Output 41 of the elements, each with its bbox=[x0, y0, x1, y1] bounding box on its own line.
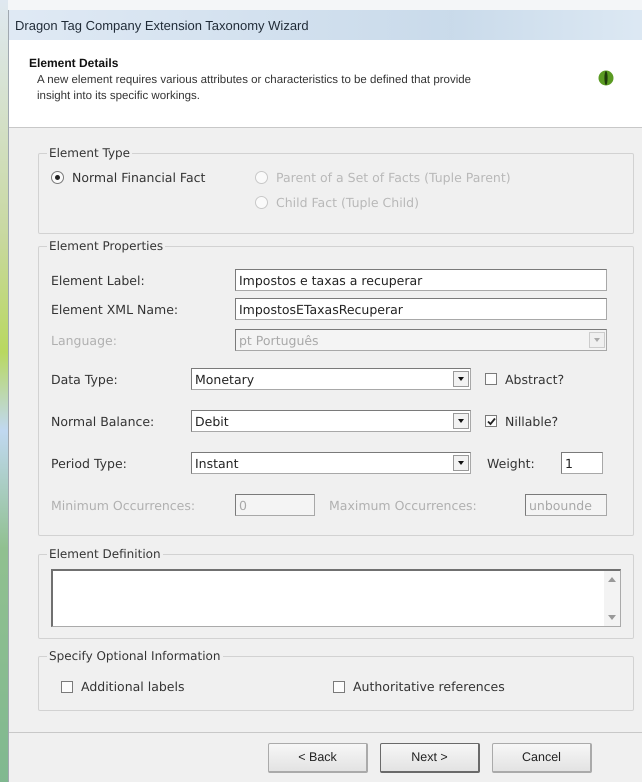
field-label: Data Type: bbox=[51, 372, 119, 386]
dropdown[interactable]: Monetary bbox=[191, 368, 471, 390]
checkbox[interactable] bbox=[61, 680, 73, 692]
radio-button[interactable] bbox=[51, 171, 64, 184]
scroll-up-icon[interactable] bbox=[608, 577, 616, 582]
radio-label: Normal Financial Fact bbox=[72, 170, 206, 185]
radio-label: Parent of a Set of Facts (Tuple Parent) bbox=[276, 170, 511, 185]
window-title: Dragon Tag Company Extension Taxonomy Wizard bbox=[15, 18, 309, 32]
input-field[interactable]: ImpostosETaxasRecuperar bbox=[235, 298, 607, 320]
checkbox-label: Nillable? bbox=[505, 414, 558, 428]
wizard-button[interactable]: Next > bbox=[380, 742, 480, 772]
checkbox-label: Additional labels bbox=[81, 679, 184, 694]
field-label: Normal Balance: bbox=[51, 414, 156, 428]
field-label: Weight: bbox=[487, 456, 536, 470]
field-label: Element XML Name: bbox=[51, 302, 180, 316]
field-label: Language: bbox=[51, 332, 118, 348]
page-description: A new element requires various attributes or characteristics to be defined that provide insight into its specific workings. bbox=[36, 73, 472, 104]
checkbox-label: Abstract? bbox=[505, 372, 564, 386]
dropdown[interactable]: Instant bbox=[191, 452, 471, 474]
input-field[interactable]: Impostos e taxas a recuperar bbox=[235, 269, 607, 291]
page-title: Element Details bbox=[29, 56, 120, 70]
radio-label: Child Fact (Tuple Child) bbox=[276, 195, 419, 210]
group-title: Element Type bbox=[48, 146, 132, 160]
field-label: Minimum Occurrences: bbox=[51, 498, 196, 512]
wizard-button[interactable]: Cancel bbox=[492, 742, 592, 772]
wizard-button[interactable]: < Back bbox=[268, 742, 368, 772]
definition-field[interactable] bbox=[51, 569, 621, 627]
field-label: Period Type: bbox=[51, 456, 128, 470]
checkbox[interactable] bbox=[333, 680, 345, 692]
field-label: Maximum Occurrences: bbox=[329, 498, 478, 512]
checkbox[interactable] bbox=[485, 415, 497, 427]
group-title: Element Properties bbox=[48, 239, 164, 253]
dropdown[interactable]: Debit bbox=[191, 410, 471, 432]
scroll-down-icon[interactable] bbox=[608, 615, 616, 620]
group-title: Element Definition bbox=[48, 547, 162, 561]
field-label: Element Label: bbox=[51, 272, 146, 288]
checkbox-label: Authoritative references bbox=[353, 679, 505, 694]
group-title: Specify Optional Information bbox=[48, 649, 222, 663]
checkbox[interactable] bbox=[485, 373, 497, 385]
input-field[interactable]: 1 bbox=[561, 452, 603, 474]
orb-icon bbox=[598, 70, 614, 86]
